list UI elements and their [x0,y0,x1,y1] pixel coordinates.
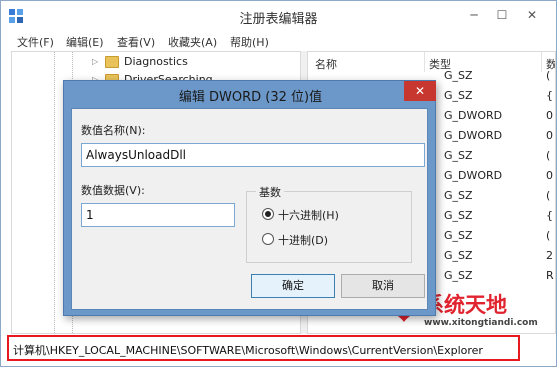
value-data-cell[interactable]: 0 [546,129,553,142]
value-type-cell[interactable]: G_SZ [444,89,473,102]
base-groupbox [246,191,412,263]
value-data-cell[interactable]: ( [546,149,550,162]
value-data-cell[interactable]: ( [546,189,550,202]
edit-dword-dialog: 编辑 DWORD (32 位)值 ✕ 数值名称(N): 数值数据(V): 基数 … [63,80,436,316]
value-type-cell[interactable]: G_DWORD [444,129,502,142]
value-data-cell[interactable]: { [546,89,553,102]
dec-radio-label[interactable]: 十进制(D) [278,232,328,248]
expand-arrow-icon[interactable]: ▷ [92,57,98,66]
value-type-cell[interactable]: G_SZ [444,229,473,242]
dec-radio[interactable] [262,233,274,245]
value-name-label: 数值名称(N): [81,124,146,137]
minimize-button[interactable]: ─ [463,6,485,24]
menu-favorites[interactable]: 收藏夹(A) [168,34,217,50]
menu-view[interactable]: 查看(V) [117,34,155,50]
value-data-cell[interactable]: ( [546,69,550,82]
ok-button[interactable]: 确定 [251,274,335,298]
title-bar: 注册表编辑器 ─ ☐ ✕ [1,1,556,31]
value-type-cell[interactable]: G_SZ [444,69,473,82]
menu-bar: 文件(F) 编辑(E) 查看(V) 收藏夹(A) 帮助(H) [1,31,556,51]
column-separator[interactable] [541,52,542,72]
value-data-cell[interactable]: { [546,209,553,222]
value-type-cell[interactable]: G_SZ [444,149,473,162]
folder-icon [105,56,119,68]
dialog-close-button[interactable]: ✕ [404,81,436,101]
value-type-cell[interactable]: G_DWORD [444,109,502,122]
column-separator[interactable] [424,52,425,72]
menu-edit[interactable]: 编辑(E) [66,34,104,50]
radio-selected-dot [265,211,271,217]
registry-path: 计算机\HKEY_LOCAL_MACHINE\SOFTWARE\Microsof… [13,344,483,357]
value-data-cell[interactable]: 2 [546,249,553,262]
base-group-label: 基数 [256,184,284,200]
watermark-url: www.xitongtiandi.com [424,318,538,328]
value-data-cell[interactable]: 0 [546,169,553,182]
value-data-cell[interactable]: ( [546,229,550,242]
value-type-cell[interactable]: G_SZ [444,269,473,282]
hex-radio[interactable] [262,208,274,220]
dialog-title: 编辑 DWORD (32 位)值 [178,90,323,105]
menu-help[interactable]: 帮助(H) [230,34,269,50]
maximize-button[interactable]: ☐ [491,6,513,24]
value-name-field[interactable] [81,143,425,167]
value-data-label: 数值数据(V): [81,184,145,197]
value-data-cell[interactable]: 0 [546,109,553,122]
value-data-field[interactable] [81,203,235,227]
value-data-cell[interactable]: R [546,269,554,282]
value-type-cell[interactable]: G_SZ [444,189,473,202]
dialog-body: 数值名称(N): 数值数据(V): 基数 十六进制(H) 十进制(D) 确定 取… [71,108,428,310]
tree-guide-line [54,52,55,333]
close-window-button[interactable]: ✕ [521,6,543,24]
menu-file[interactable]: 文件(F) [17,34,54,50]
tree-item-label: Diagnostics [124,55,188,68]
status-bar: 计算机\HKEY_LOCAL_MACHINE\SOFTWARE\Microsof… [7,335,520,361]
cancel-button[interactable]: 取消 [341,274,425,298]
value-type-cell[interactable]: G_SZ [444,209,473,222]
column-header-name[interactable]: 名称 [315,56,337,72]
value-type-cell[interactable]: G_SZ [444,249,473,262]
value-type-cell[interactable]: G_DWORD [444,169,502,182]
hex-radio-label[interactable]: 十六进制(H) [278,207,339,223]
